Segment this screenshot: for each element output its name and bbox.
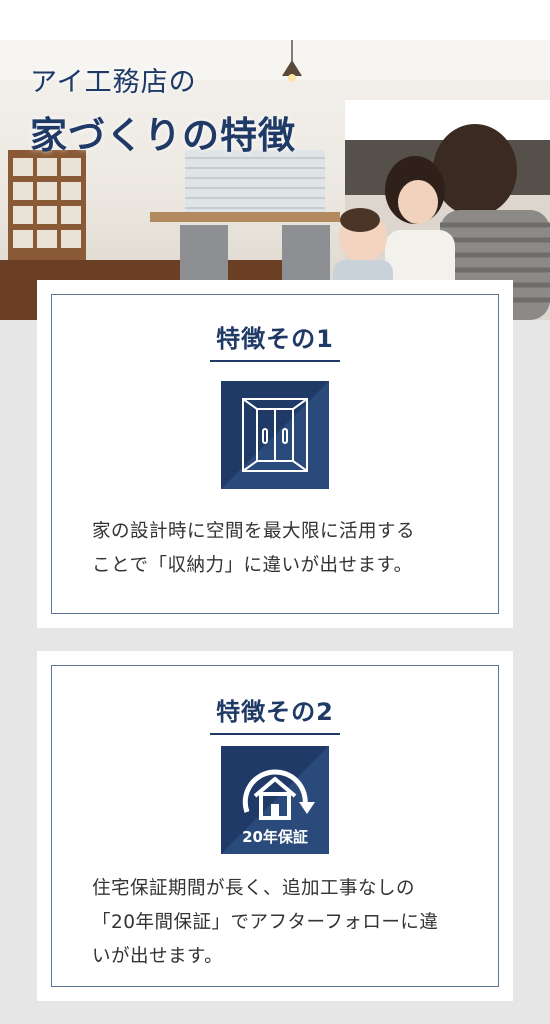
hero-banner: アイ工務店の 家づくりの特徴 [0,40,550,320]
hero-title: アイ工務店の 家づくりの特徴 [30,60,296,159]
feature-card-1: 特徴その1 家の設計時に空間を最大限に活用する ことで「収納力」に違いが出せます… [37,280,513,628]
feature-heading-text: 特徴その2 [210,692,340,735]
feature-card-frame: 特徴その2 20年保証 住宅保証期間が長く、追加工事なしの 「20年間保証」でア… [51,665,499,987]
feature-description: 家の設計時に空間を最大限に活用する ことで「収納力」に違いが出せます。 [92,515,478,583]
hero-title-line1: アイ工務店の [30,67,197,98]
hero-title-line2: 家づくりの特徴 [30,114,296,157]
closet-door-icon [221,381,329,489]
feature-description: 住宅保証期間が長く、追加工事なしの 「20年間保証」でアフターフォローに違 いが… [92,872,478,974]
feature-heading-text: 特徴その1 [210,319,340,362]
feature-card-frame: 特徴その1 家の設計時に空間を最大限に活用する ことで「収納力」に違いが出せます… [51,294,499,614]
feature-card-2: 特徴その2 20年保証 住宅保証期間が長く、追加工事なしの 「20年間保証」でア… [37,651,513,1001]
feature-description-line: いが出せます。 [92,946,224,967]
warranty-badge-text: 20年保証 [242,828,308,846]
feature-heading: 特徴その2 [52,692,498,735]
feature-description-line: 住宅保証期間が長く、追加工事なしの [92,878,416,899]
top-spacer [0,0,550,40]
feature-description-line: 「20年間保証」でアフターフォローに違 [92,912,439,933]
feature-heading: 特徴その1 [52,319,498,362]
house-warranty-icon: 20年保証 [221,746,329,854]
feature-description-line: ことで「収納力」に違いが出せます。 [92,555,413,576]
feature-description-line: 家の設計時に空間を最大限に活用する [92,521,416,542]
